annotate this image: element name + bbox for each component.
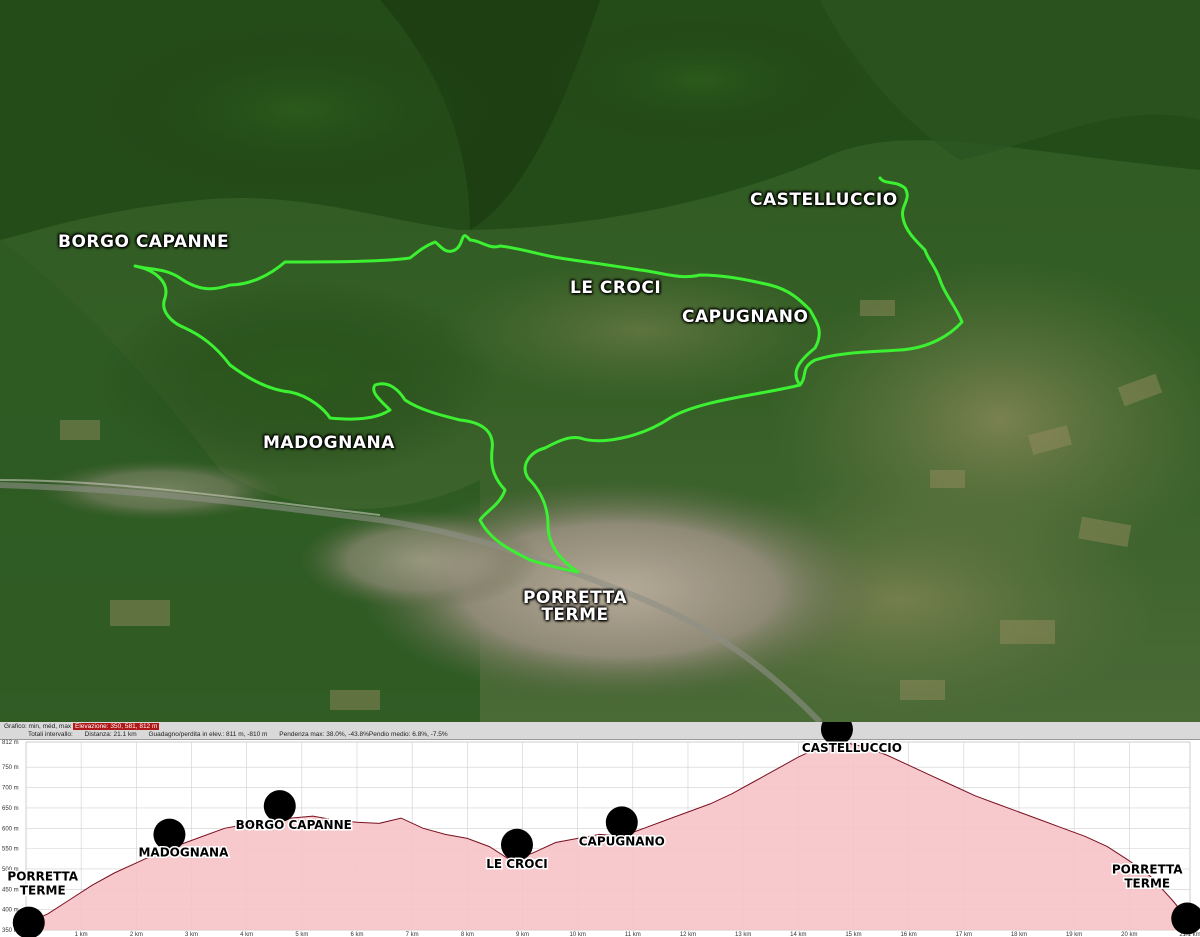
x-tick-label: 20 km [1121, 932, 1137, 937]
x-tick-label: 12 km [680, 932, 696, 937]
waypoint-label: PORRETTA [1112, 862, 1183, 876]
capugnano-label: CAPUGNANO [682, 307, 809, 327]
x-tick-label: 10 km [569, 932, 585, 937]
porretta-terme-label: PORRETTA TERME [520, 590, 630, 624]
y-tick-label: 600 m [2, 826, 19, 832]
x-tick-label: 17 km [956, 932, 972, 937]
x-tick-label: 4 km [240, 932, 253, 937]
x-tick-label: 2 km [130, 932, 143, 937]
y-tick-label: 812 m [2, 740, 19, 746]
y-tick-label: 750 m [2, 765, 19, 771]
x-tick-label: 9 km [516, 932, 529, 937]
waypoint-label-line2: TERME [20, 884, 66, 898]
x-tick-label: 1 km [75, 932, 88, 937]
madognana-label: MADOGNANA [263, 433, 395, 453]
satellite-map[interactable]: CASTELLUCCIO BORGO CAPANNE LE CROCI CAPU… [0, 0, 1200, 722]
x-tick-label: 16 km [900, 932, 916, 937]
y-tick-label: 450 m [2, 887, 19, 893]
x-tick-label: 15 km [845, 932, 861, 937]
x-tick-label: 11 km [625, 932, 641, 937]
x-tick-label: 5 km [295, 932, 308, 937]
waypoint-label-line2: TERME [1124, 876, 1170, 890]
waypoint-label: PORRETTA [7, 870, 78, 884]
le-croci-label: LE CROCI [570, 278, 662, 298]
x-tick-label: 14 km [790, 932, 806, 937]
x-tick-label: 7 km [406, 932, 419, 937]
waypoint-label: CAPUGNANO [579, 834, 665, 848]
waypoint-label: LE CROCI [486, 857, 548, 871]
waypoint-label: CASTELLUCCIO [802, 741, 902, 755]
x-tick-label: 19 km [1066, 932, 1082, 937]
waypoint-label: MADOGNANA [138, 846, 229, 860]
x-tick-label: 3 km [185, 932, 198, 937]
x-tick-label: 18 km [1011, 932, 1027, 937]
elevation-chart: 0 m1 km2 km3 km4 km5 km6 km7 km8 km9 km1… [2, 722, 1200, 937]
x-tick-label: 13 km [735, 932, 751, 937]
elevation-profile[interactable]: Grafico: min, méd, max Elevazione: 350, … [0, 722, 1200, 937]
x-tick-label: 6 km [350, 932, 363, 937]
y-tick-label: 650 m [2, 806, 19, 812]
waypoint-label: BORGO CAPANNE [236, 818, 352, 832]
y-tick-label: 550 m [2, 847, 19, 853]
borgo-capanne-label: BORGO CAPANNE [58, 232, 230, 252]
x-tick-label: 8 km [461, 932, 474, 937]
porretta-label-line2: TERME [541, 605, 609, 625]
castelluccio-label: CASTELLUCCIO [750, 190, 898, 210]
y-tick-label: 700 m [2, 786, 19, 792]
